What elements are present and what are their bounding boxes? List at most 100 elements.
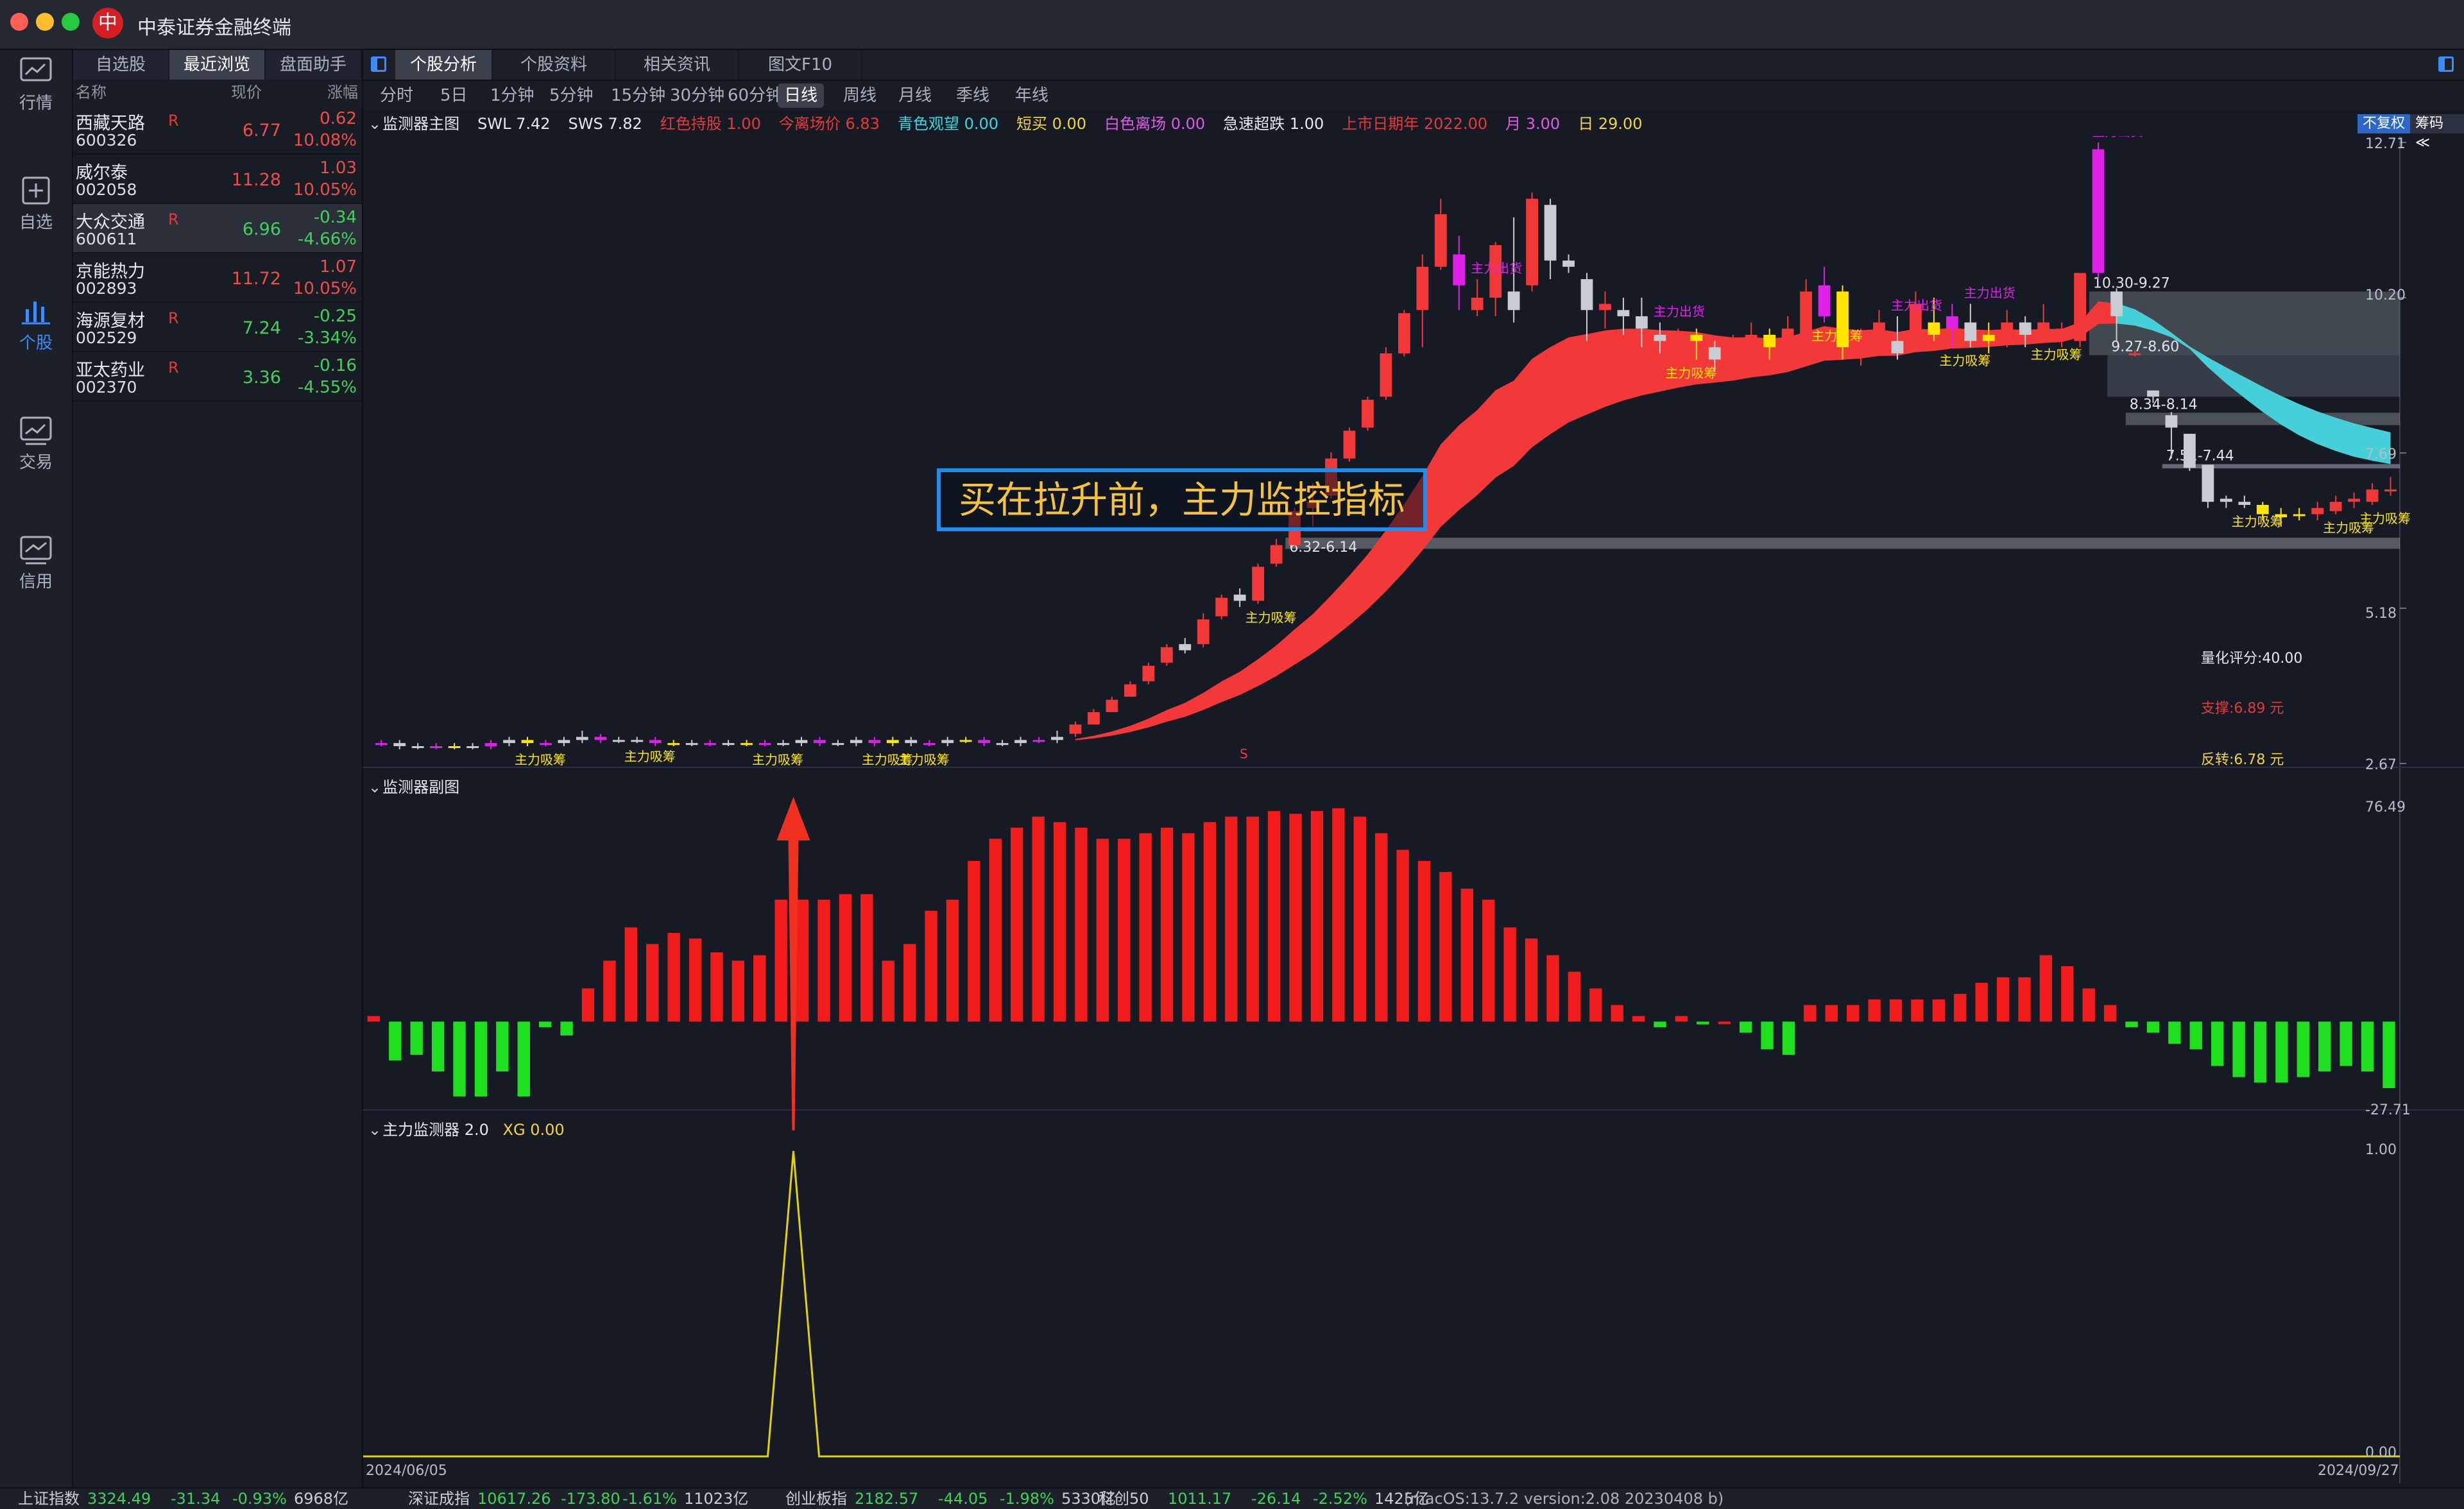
sub-bar <box>774 899 787 1022</box>
stock-code: 002893 <box>76 279 137 298</box>
status-name[interactable]: 上证指数 <box>18 1488 80 1509</box>
tab-f10[interactable]: 图文F10 <box>739 50 862 80</box>
credit-icon <box>20 536 52 565</box>
candle-body <box>540 743 552 746</box>
sub-bar <box>646 944 659 1022</box>
sub-bar <box>2297 1021 2310 1077</box>
col-name[interactable]: 名称 <box>73 80 185 105</box>
tab-stock-profile[interactable]: 个股资料 <box>493 50 616 80</box>
status-amount: 6968亿 <box>294 1490 349 1508</box>
nav-item-market[interactable]: 行情 <box>0 50 72 133</box>
support-price: 支撑:6.89 元 <box>2201 701 2284 717</box>
period-7[interactable]: 日线 <box>778 83 825 108</box>
chip-button[interactable]: 筹码 ≪ <box>2410 114 2464 151</box>
watchlist-row[interactable]: 西藏天路 600326 R 6.77 0.62 10.08% <box>73 105 362 155</box>
watchlist-row[interactable]: 京能热力 002893 11.72 1.07 10.05% <box>73 253 362 303</box>
sub-bar <box>1739 1021 1752 1033</box>
nav-item-trade[interactable]: 交易 <box>0 409 72 493</box>
stock-price: 6.96 <box>242 219 281 239</box>
indicator-value: 白色离场 0.00 <box>1104 115 1206 133</box>
period-9[interactable]: 月线 <box>892 83 938 108</box>
no-adjust-button[interactable]: 不复权 <box>2357 114 2411 133</box>
sub-bar <box>2254 1021 2267 1083</box>
watchlist-row[interactable]: 威尔泰 002058 11.28 1.03 10.05% <box>73 155 362 204</box>
period-2[interactable]: 1分钟 <box>484 83 541 108</box>
sub-bar <box>1654 1021 1666 1027</box>
candle-body <box>1617 310 1630 316</box>
tab-watchlist[interactable]: 自选股 <box>73 50 169 80</box>
buy-signal-label: 主力吸筹 <box>898 752 950 767</box>
tab-market-helper[interactable]: 盘面助手 <box>266 50 362 80</box>
nav-label: 个股 <box>19 334 53 353</box>
status-name[interactable]: 创业板指 <box>785 1488 847 1509</box>
sub-bar <box>903 944 916 1022</box>
stock-code: 600326 <box>76 131 137 149</box>
candle-body <box>1471 298 1484 311</box>
watchlist-row[interactable]: 大众交通 600611 R 6.96 -0.34 -4.66% <box>73 204 362 253</box>
candle-body <box>1654 334 1666 341</box>
main-indicator-bar: ⌄监测器主图 SWL 7.42 SWS 7.82 红色持股 1.00 今离场价 6.83… <box>368 115 1643 133</box>
buy-signal-label: 主力吸筹 <box>752 752 803 767</box>
period-4[interactable]: 15分钟 <box>604 83 672 108</box>
status-name[interactable]: 深证成指 <box>408 1488 470 1509</box>
watchlist-row[interactable]: 亚太药业 002370 R 3.36 -0.16 -4.55% <box>73 352 362 402</box>
buy-signal-label: 主力吸筹 <box>2031 346 2082 362</box>
tab-related-news[interactable]: 相关资讯 <box>616 50 739 80</box>
reversal-price: 反转:6.78 元 <box>2201 752 2284 768</box>
stock-change: -0.25 <box>313 307 357 326</box>
sub-bar <box>1096 839 1109 1022</box>
sub-bar <box>1675 1016 1688 1022</box>
candle-body <box>1416 266 1429 311</box>
sub-bar <box>839 894 852 1022</box>
sub-bar <box>2340 1021 2352 1066</box>
minimize-window-button[interactable] <box>36 13 54 31</box>
period-selector: 分时 5日 1分钟 5分钟 15分钟 30分钟 60分钟 日线 周线 月线 季线 年线 <box>363 81 2464 110</box>
period-1[interactable]: 5日 <box>434 83 474 108</box>
col-price[interactable]: 现价 <box>185 80 262 105</box>
stock-chart[interactable]: 10.30-9.279.27-8.608.34-8.147.51-7.446.3… <box>363 136 2464 1483</box>
tab-stock-analysis[interactable]: 个股分析 <box>395 50 493 80</box>
left-nav: 行情 自选 个股 交易 信用 <box>0 50 73 1487</box>
col-change[interactable]: 涨幅 <box>262 80 358 105</box>
watchlist-rows: 西藏天路 600326 R 6.77 0.62 10.08% 威尔泰 002058 11.28 1… <box>73 105 362 402</box>
candle-body <box>558 740 570 744</box>
period-3[interactable]: 5分钟 <box>543 83 600 108</box>
candle-body <box>1745 334 1758 360</box>
period-0[interactable]: 分时 <box>373 83 420 108</box>
close-window-button[interactable] <box>10 13 28 31</box>
period-10[interactable]: 季线 <box>950 83 996 108</box>
s-marker: S <box>1240 746 1248 762</box>
nav-item-credit[interactable]: 信用 <box>0 529 72 612</box>
candle-body <box>1763 334 1776 348</box>
period-8[interactable]: 周线 <box>837 83 883 108</box>
candle-body <box>521 740 534 744</box>
sub-bar <box>1804 1005 1817 1022</box>
sub-bar <box>2275 1021 2288 1083</box>
candle-body <box>1124 684 1136 697</box>
stock-change: 1.03 <box>320 158 357 178</box>
main-indicator-name[interactable]: 监测器主图 <box>382 115 459 133</box>
sub-bar <box>925 910 937 1022</box>
nav-item-stock[interactable]: 个股 <box>0 290 72 373</box>
toggle-left-panel-icon[interactable] <box>371 56 386 72</box>
sub-bar <box>496 1021 509 1072</box>
watchlist-row[interactable]: 海源复材 002529 R 7.24 -0.25 -3.34% <box>73 303 362 352</box>
candle-body <box>649 740 662 744</box>
candle-body <box>868 740 881 744</box>
toggle-right-panel-icon[interactable] <box>2438 56 2454 72</box>
candle-body <box>2311 507 2324 515</box>
candle-body <box>576 737 588 740</box>
tab-recent[interactable]: 最近浏览 <box>169 50 266 80</box>
status-name[interactable]: 科创50 <box>1099 1488 1149 1509</box>
candle-body <box>1106 699 1118 712</box>
sub-bar <box>1246 816 1259 1022</box>
candle-body <box>1453 254 1466 286</box>
period-11[interactable]: 年线 <box>1009 83 1055 108</box>
nav-item-watchlist[interactable]: 自选 <box>0 169 72 253</box>
sub-bar <box>410 1021 423 1055</box>
price-axis-label: 2.67 <box>2365 757 2397 773</box>
main-tabs: 个股分析 个股资料 相关资讯 图文F10 <box>363 50 2464 81</box>
zoom-window-button[interactable] <box>62 13 80 31</box>
candle-body <box>503 740 515 744</box>
candle-body <box>594 737 607 740</box>
